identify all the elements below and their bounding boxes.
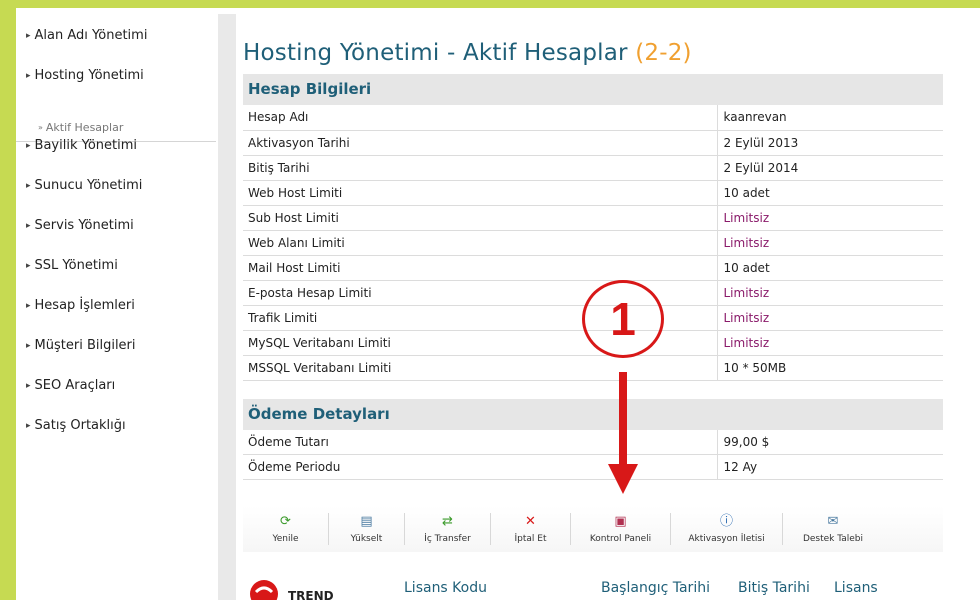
annotation-number: 1 <box>610 293 636 345</box>
panel-icon: ▣ <box>614 514 627 529</box>
mail-icon: ✉ <box>827 514 839 529</box>
sidebar-item-account-ops[interactable]: ▸ Hesap İşlemleri <box>26 298 135 313</box>
payment-details-table: Ödeme Tutarı 99,00 $ Ödeme Periodu 12 Ay <box>243 429 943 480</box>
chevron-right-icon: ▸ <box>26 180 31 191</box>
annotation-arrow-icon <box>608 372 638 494</box>
sidebar-item-ssl[interactable]: ▸ SSL Yönetimi <box>26 258 118 273</box>
table-row: Web Host Limiti 10 adet <box>243 180 943 206</box>
activation-message-button[interactable]: ⓘ Aktivasyon İletisi <box>671 513 783 545</box>
sidebar-item-seo[interactable]: ▸ SEO Araçları <box>26 378 115 393</box>
cancel-button[interactable]: ✕ İptal Et <box>491 513 571 545</box>
sidebar-subitem-active-accounts[interactable]: » Aktif Hesaplar <box>38 121 123 134</box>
sidebar-item-hosting[interactable]: ▸ Hosting Yönetimi <box>26 68 144 83</box>
chevron-right-icon: » <box>38 123 43 132</box>
chevron-right-icon: ▸ <box>26 140 31 151</box>
table-row: Ödeme Tutarı 99,00 $ <box>243 429 943 455</box>
internal-transfer-button[interactable]: ⇄ İç Transfer <box>405 513 491 545</box>
chevron-right-icon: ▸ <box>26 300 31 311</box>
sidebar-gutter <box>218 14 236 600</box>
refresh-button[interactable]: ⟳ Yenile <box>243 513 329 545</box>
table-row: MSSQL Veritabanı Limiti 10 * 50MB <box>243 355 943 381</box>
license-code-header: Lisans Kodu <box>404 580 487 596</box>
payment-details-header: Ödeme Detayları <box>243 398 943 430</box>
sidebar-item-reseller[interactable]: ▸ Bayilik Yönetimi <box>26 138 137 153</box>
support-ticket-button[interactable]: ✉ Destek Talebi <box>783 513 883 545</box>
transfer-icon: ⇄ <box>442 514 453 529</box>
sidebar-item-service[interactable]: ▸ Servis Yönetimi <box>26 218 134 233</box>
upgrade-button[interactable]: ▤ Yükselt <box>329 513 405 545</box>
refresh-icon: ⟳ <box>280 514 291 529</box>
chevron-right-icon: ▸ <box>26 70 31 81</box>
control-panel-button[interactable]: ▣ Kontrol Paneli <box>571 513 671 545</box>
table-row: Bitiş Tarihi 2 Eylül 2014 <box>243 155 943 181</box>
chevron-right-icon: ▸ <box>26 420 31 431</box>
upgrade-icon: ▤ <box>360 514 373 529</box>
page-title: Hosting Yönetimi - Aktif Hesaplar (2-2) <box>243 40 692 66</box>
cancel-icon: ✕ <box>525 514 536 529</box>
table-row: Mail Host Limiti 10 adet <box>243 255 943 281</box>
chevron-right-icon: ▸ <box>26 380 31 391</box>
license-end-header: Bitiş Tarihi <box>738 580 810 596</box>
svg-text:TREND: TREND <box>288 589 334 600</box>
chevron-right-icon: ▸ <box>26 340 31 351</box>
table-row: Web Alanı Limiti Limitsiz <box>243 230 943 256</box>
chevron-right-icon: ▸ <box>26 260 31 271</box>
chevron-right-icon: ▸ <box>26 220 31 231</box>
main-content: Hosting Yönetimi - Aktif Hesaplar (2-2) … <box>243 40 943 480</box>
chevron-right-icon: ▸ <box>26 30 31 41</box>
trend-micro-logo: TREND <box>250 580 334 600</box>
account-count: (2-2) <box>635 40 692 66</box>
license-start-header: Başlangıç Tarihi <box>601 580 710 596</box>
account-info-header: Hesap Bilgileri <box>243 74 943 105</box>
sidebar-item-customer-info[interactable]: ▸ Müşteri Bilgileri <box>26 338 136 353</box>
table-row: Hesap Adı kaanrevan <box>243 105 943 131</box>
info-icon: ⓘ <box>719 514 733 529</box>
table-row: Ödeme Periodu 12 Ay <box>243 454 943 480</box>
sidebar-item-domain[interactable]: ▸ Alan Adı Yönetimi <box>26 28 147 43</box>
sidebar-item-server[interactable]: ▸ Sunucu Yönetimi <box>26 178 142 193</box>
account-action-toolbar: ⟳ Yenile ▤ Yükselt ⇄ İç Transfer ✕ İptal… <box>243 506 943 552</box>
table-row: Aktivasyon Tarihi 2 Eylül 2013 <box>243 130 943 156</box>
sidebar: ▸ Alan Adı Yönetimi ▸ Hosting Yönetimi » Ak… <box>16 14 218 600</box>
license-header: Lisans <box>834 580 878 596</box>
sidebar-item-affiliate[interactable]: ▸ Satış Ortaklığı <box>26 418 126 433</box>
table-row: Sub Host Limiti Limitsiz <box>243 205 943 231</box>
